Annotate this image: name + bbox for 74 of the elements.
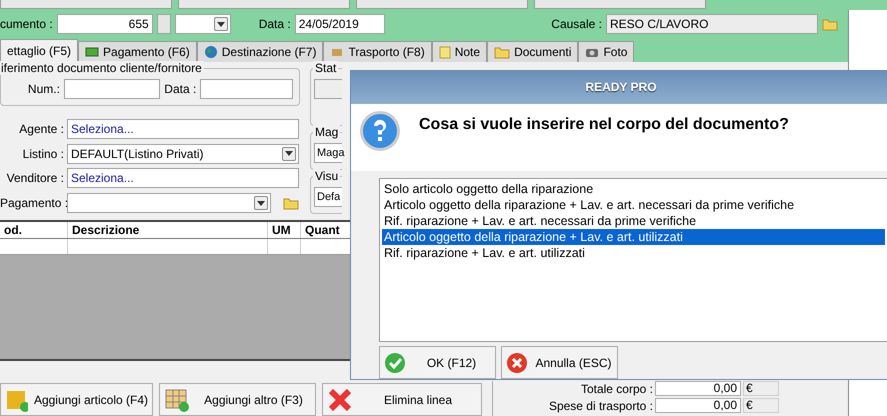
folder-icon xyxy=(283,196,299,210)
causale-label: Causale : xyxy=(551,17,602,31)
total-field: 0,00 xyxy=(655,381,741,396)
caret-icon xyxy=(285,151,293,156)
series-dropdown[interactable] xyxy=(174,14,231,34)
field-label: Agente : xyxy=(18,122,64,136)
column-header: Descrizione xyxy=(68,222,268,238)
field-label: Listino : xyxy=(22,146,64,161)
select-field[interactable]: Seleziona... xyxy=(67,168,299,188)
group-title: Stat xyxy=(313,61,338,75)
toolbar-button[interactable]: Aggiungi articolo (F4) xyxy=(0,383,153,416)
causale-field[interactable]: RESO C/LAVORO xyxy=(606,14,818,34)
dropdown[interactable]: DEFAULT(Listino Privati) xyxy=(67,144,299,164)
dialog-title: READY PRO xyxy=(351,71,887,104)
list-item[interactable]: Solo articolo oggetto della riparazione xyxy=(382,180,885,197)
toolbar-button[interactable]: Aggiungi altro (F3) xyxy=(159,383,316,416)
toolbar-button[interactable] xyxy=(534,0,706,9)
delete-icon xyxy=(327,386,353,412)
tab[interactable]: Foto xyxy=(578,41,634,62)
tab[interactable]: Pagamento (F6) xyxy=(78,41,197,62)
toolbar-button[interactable] xyxy=(178,0,350,9)
currency-label: € xyxy=(743,398,779,413)
date-label: Data : xyxy=(258,17,291,31)
toolbar-button[interactable]: Elimina linea xyxy=(322,383,482,416)
total-label: Spese di trasporto : xyxy=(548,398,653,412)
dropdown[interactable]: Maga xyxy=(314,143,342,164)
group-title: Visu xyxy=(313,169,340,184)
check-icon xyxy=(384,352,406,374)
total-label: Totale corpo : xyxy=(580,382,653,396)
column-header: od. xyxy=(0,222,68,238)
list-item[interactable]: Rif. riparazione + Lav. e art. utilizzati xyxy=(382,244,885,261)
ref-date-field[interactable] xyxy=(200,79,293,99)
camera-icon xyxy=(585,46,600,58)
folder-icon xyxy=(822,17,838,31)
column-header: UM xyxy=(268,222,301,238)
caret-icon xyxy=(216,22,225,26)
ref-date-label: Data : xyxy=(164,82,196,96)
document-label: cumento : xyxy=(0,17,53,31)
list-item[interactable]: Articolo oggetto della riparazione + Lav. e art. utilizzati xyxy=(382,228,885,245)
currency-label: € xyxy=(743,381,779,396)
toolbar-button[interactable] xyxy=(356,0,528,9)
status-field xyxy=(314,79,342,99)
toolbar-button[interactable] xyxy=(0,0,172,9)
close-icon xyxy=(506,352,528,374)
ok-button[interactable]: OK (F12) xyxy=(379,346,496,379)
globe-icon xyxy=(204,45,218,59)
group-title: iferimento documento cliente/fornitore xyxy=(0,61,204,75)
folder-icon xyxy=(494,45,510,59)
small-field[interactable] xyxy=(156,14,171,34)
cancel-button[interactable]: Annulla (ESC) xyxy=(501,346,618,379)
list-item[interactable]: Articolo oggetto della riparazione + Lav. e art. necessari da prime verifiche xyxy=(382,196,885,213)
tab[interactable]: Trasporto (F8) xyxy=(323,41,432,62)
date-field[interactable]: 24/05/2019 xyxy=(294,14,385,34)
question-text: Cosa si vuole inserire nel corpo del documento? xyxy=(419,116,789,134)
tab[interactable]: ettaglio (F5) xyxy=(0,39,78,62)
caret-icon xyxy=(257,200,265,206)
package-icon xyxy=(330,46,344,58)
dropdown[interactable]: Defa xyxy=(314,187,342,208)
total-field: 0,00 xyxy=(655,398,741,413)
banknotes-icon xyxy=(85,46,100,58)
tab[interactable]: Destinazione (F7) xyxy=(196,41,324,62)
question-icon xyxy=(359,110,401,152)
num-label: Num.: xyxy=(26,82,60,96)
group-title: Mag xyxy=(313,125,340,140)
document-number-field[interactable]: 655 xyxy=(56,14,153,34)
add-table-icon xyxy=(164,386,190,412)
select-field[interactable]: Seleziona... xyxy=(67,118,299,139)
field-label: Venditore : xyxy=(6,171,64,186)
num-field[interactable] xyxy=(64,79,160,99)
dropdown[interactable] xyxy=(67,193,271,214)
list-item[interactable]: Rif. riparazione + Lav. e art. necessari da prime verifiche xyxy=(382,212,885,229)
note-icon xyxy=(438,46,451,58)
tab[interactable]: Documenti xyxy=(487,41,578,62)
tab[interactable]: Note xyxy=(432,41,488,62)
